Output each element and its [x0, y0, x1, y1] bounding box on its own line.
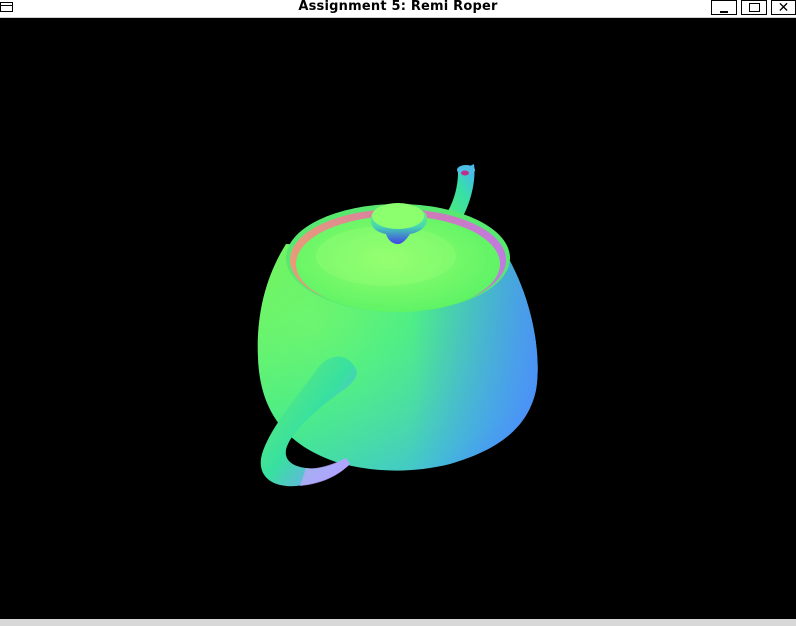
render-viewport[interactable] — [0, 18, 796, 619]
maximize-icon — [748, 3, 760, 12]
teapot-render — [257, 164, 538, 487]
close-icon: ✕ — [777, 0, 790, 16]
close-button[interactable]: ✕ — [771, 0, 796, 15]
window-title: Assignment 5: Remi Roper — [298, 0, 498, 14]
app-window: Assignment 5: Remi Roper ✕ — [0, 0, 796, 626]
maximize-button[interactable] — [741, 0, 767, 15]
title-bar[interactable]: Assignment 5: Remi Roper ✕ — [0, 0, 796, 18]
minimize-icon — [720, 10, 728, 13]
minimize-button[interactable] — [711, 0, 737, 15]
window-bottom-border — [0, 619, 796, 626]
